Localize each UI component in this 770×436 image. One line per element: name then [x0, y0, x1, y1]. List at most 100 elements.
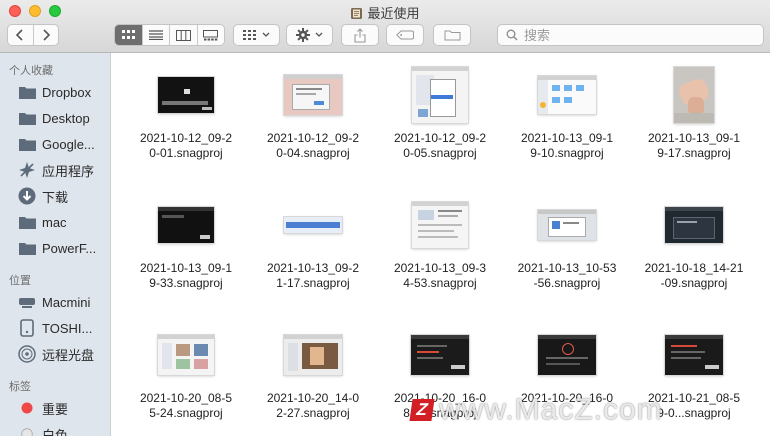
sidebar-item-downloads[interactable]: 下载 — [0, 184, 110, 208]
computer-icon — [17, 292, 37, 312]
gallery-view-button[interactable] — [198, 25, 224, 45]
sidebar-item-label: 应用程序 — [42, 163, 95, 179]
file-item[interactable]: 2021-10-13_09-1 9-33.snagproj — [131, 195, 241, 315]
recents-icon — [351, 8, 363, 19]
file-name: 2021-10-12_09-2 0-04.snagproj — [266, 131, 360, 160]
watermark-logo-icon: Z — [409, 399, 435, 421]
sidebar-item-desktop[interactable]: Desktop — [0, 106, 110, 130]
sidebar-item-tag-white[interactable]: 白色 — [0, 422, 110, 436]
file-thumbnail — [258, 325, 368, 385]
file-thumbnail — [512, 195, 622, 255]
sidebar-item-label: 下载 — [42, 189, 69, 205]
file-name: 2021-10-20_14-0 2-27.snagproj — [266, 391, 360, 420]
locations-heading: 位置 — [9, 275, 31, 287]
file-thumbnail — [512, 325, 622, 385]
group-button[interactable] — [233, 24, 280, 46]
file-name: 2021-10-12_09-2 0-01.snagproj — [139, 131, 233, 160]
sidebar-item-powerf[interactable]: PowerF... — [0, 236, 110, 260]
sidebar-item-google[interactable]: Google... — [0, 132, 110, 156]
file-thumbnail — [131, 325, 241, 385]
action-button[interactable] — [286, 24, 333, 46]
file-item[interactable]: 2021-10-12_09-2 0-04.snagproj — [258, 65, 368, 185]
file-item[interactable]: 2021-10-13_09-1 9-10.snagproj — [512, 65, 622, 185]
sidebar-item-applications[interactable]: 应用程序 — [0, 158, 110, 182]
list-view-button[interactable] — [143, 25, 171, 45]
sidebar-item-label: 远程光盘 — [42, 347, 95, 363]
new-folder-button[interactable] — [433, 24, 471, 46]
sidebar-item-label: Macmini — [42, 294, 91, 310]
sidebar-item-macmini[interactable]: Macmini — [0, 290, 110, 314]
grid-icon — [121, 30, 135, 39]
search-icon — [506, 29, 518, 41]
sidebar-item-toshiba[interactable]: TOSHI... — [0, 316, 110, 340]
file-item[interactable]: 2021-10-20_14-0 2-27.snagproj — [258, 325, 368, 436]
file-thumbnail — [639, 195, 749, 255]
sidebar-item-remote-disc[interactable]: 远程光盘 — [0, 342, 110, 366]
sidebar-item-label: Desktop — [42, 110, 90, 126]
gear-icon — [296, 28, 310, 42]
folder-icon — [17, 212, 37, 232]
sidebar-item-mac[interactable]: mac — [0, 210, 110, 234]
file-thumbnail — [258, 65, 368, 125]
file-item[interactable]: 2021-10-18_14-21 -09.snagproj — [639, 195, 749, 315]
sidebar-item-label: TOSHI... — [42, 320, 93, 336]
finder-window: 最近使用 搜索 个人收藏 Dropbox Desktop Google... 应… — [0, 0, 770, 436]
sidebar-item-label: PowerF... — [42, 240, 97, 256]
file-thumbnail — [639, 65, 749, 125]
chevron-right-icon — [43, 29, 50, 41]
toolbar: 最近使用 — [0, 0, 770, 53]
tags-heading: 标签 — [9, 381, 31, 393]
file-thumbnail — [131, 195, 241, 255]
sidebar-item-label: 白色 — [42, 427, 69, 436]
sidebar-item-label: 重要 — [42, 401, 69, 417]
file-item[interactable]: 2021-10-13_09-3 4-53.snagproj — [385, 195, 495, 315]
file-name: 2021-10-13_09-2 1-17.snagproj — [266, 261, 360, 290]
gallery-icon — [203, 29, 219, 40]
file-name: 2021-10-13_09-1 9-33.snagproj — [139, 261, 233, 290]
tag-button[interactable] — [386, 24, 424, 46]
icon-view-button[interactable] — [115, 25, 144, 45]
favorites-heading: 个人收藏 — [9, 65, 53, 77]
grid-group-icon — [243, 30, 256, 40]
sidebar-item-dropbox[interactable]: Dropbox — [0, 80, 110, 104]
sidebar-item-label: Dropbox — [42, 84, 92, 100]
window-title: 最近使用 — [367, 6, 420, 21]
file-item[interactable]: 2021-10-12_09-2 0-05.snagproj — [385, 65, 495, 185]
file-name: 2021-10-13_09-3 4-53.snagproj — [393, 261, 487, 290]
folder-icon — [17, 238, 37, 258]
file-thumbnail — [258, 195, 368, 255]
forward-button[interactable] — [34, 25, 59, 45]
file-item[interactable]: 2021-10-12_09-2 0-01.snagproj — [131, 65, 241, 185]
chevron-down-icon — [315, 32, 323, 37]
list-icon — [149, 30, 164, 40]
watermark-text: www.MacZ.com — [439, 393, 663, 426]
file-item[interactable]: 2021-10-20_08-5 5-24.snagproj — [131, 325, 241, 436]
file-item[interactable]: 2021-10-13_09-2 1-17.snagproj — [258, 195, 368, 315]
tag-icon — [396, 30, 414, 40]
view-mode-control — [114, 24, 225, 46]
download-icon — [17, 186, 37, 206]
watermark: Z www.MacZ.com — [409, 385, 663, 435]
chevron-down-icon — [262, 32, 270, 37]
file-grid: 2021-10-12_09-2 0-01.snagproj 2021-10-12_… — [111, 53, 770, 436]
folder-icon — [444, 30, 460, 41]
search-input[interactable] — [522, 26, 746, 44]
folder-icon — [17, 108, 37, 128]
sidebar-item-tag-important[interactable]: 重要 — [0, 396, 110, 420]
file-item[interactable]: 2021-10-13_10-53 -56.snagproj — [512, 195, 622, 315]
file-name: 2021-10-13_09-1 9-17.snagproj — [647, 131, 741, 160]
column-view-button[interactable] — [170, 25, 198, 45]
file-item[interactable]: 2021-10-13_09-1 9-17.snagproj — [639, 65, 749, 185]
applications-icon — [17, 160, 37, 180]
file-thumbnail — [639, 325, 749, 385]
file-name: 2021-10-13_10-53 -56.snagproj — [517, 261, 617, 290]
disc-icon — [17, 344, 37, 364]
sidebar-item-label: mac — [42, 214, 67, 230]
back-button[interactable] — [8, 25, 34, 45]
file-thumbnail — [512, 65, 622, 125]
file-thumbnail — [385, 325, 495, 385]
share-icon — [354, 27, 366, 43]
search-field[interactable] — [497, 24, 764, 46]
file-name: 2021-10-12_09-2 0-05.snagproj — [393, 131, 487, 160]
share-button[interactable] — [341, 24, 379, 46]
